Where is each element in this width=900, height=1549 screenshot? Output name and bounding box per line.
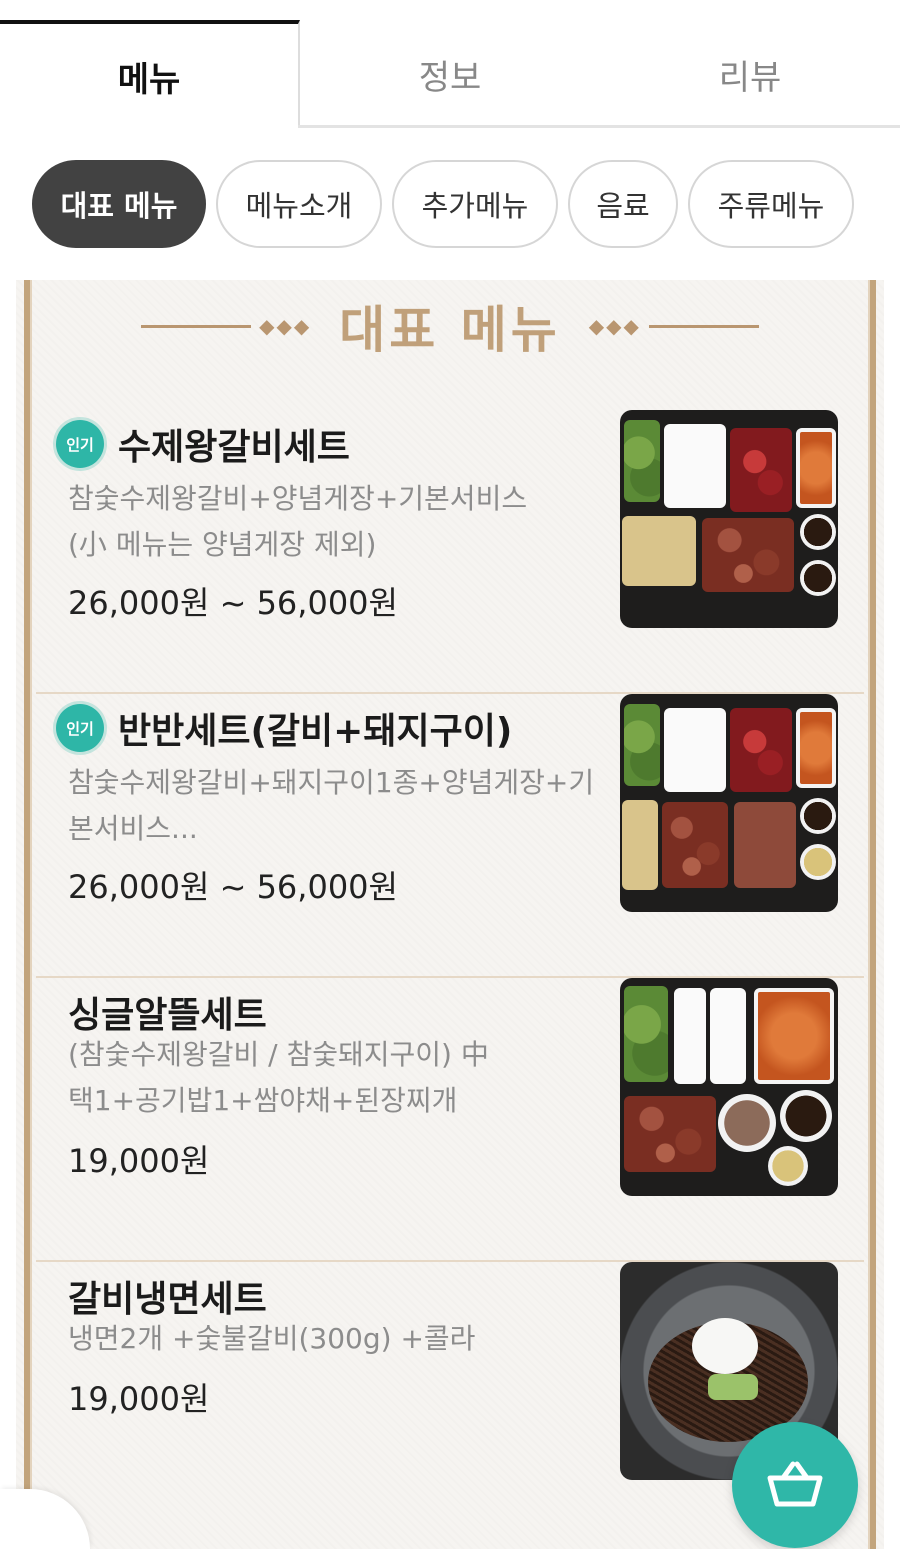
menu-item[interactable]: 인기 수제왕갈비세트 참숯수제왕갈비+양념게장+기본서비스 (小 메뉴는 양념게… <box>36 410 864 694</box>
menu-item-desc: (참숯수제왕갈비 / 참숯돼지구이) 中 택1+공기밥1+쌈야채+된장찌개 <box>68 1032 608 1124</box>
menu-item-name-row: 갈비냉면세트 <box>68 1270 267 1322</box>
menu-item-name-row: 인기 반반세트(갈비+돼지구이) <box>56 702 512 754</box>
section-title: 대표 메뉴 <box>339 301 561 359</box>
menu-item-desc: 참숯수제왕갈비+양념게장+기본서비스 (小 메뉴는 양념게장 제외) <box>68 476 608 568</box>
chip-drinks[interactable]: 음료 <box>568 160 678 248</box>
tab-info[interactable]: 정보 <box>300 0 600 128</box>
menu-item-price: 19,000원 <box>68 1380 210 1418</box>
category-chips: 대표 메뉴 메뉴소개 추가메뉴 음료 주류메뉴 <box>32 160 854 248</box>
food-photo <box>620 410 838 628</box>
menu-item-desc: 참숯수제왕갈비+돼지구이1종+양념게장+기 본서비스... <box>68 760 648 852</box>
menu-item-name: 수제왕갈비세트 <box>118 427 350 468</box>
cart-button[interactable] <box>732 1422 858 1548</box>
ornament-line-right <box>648 324 759 328</box>
menu-item-photo[interactable] <box>620 410 838 628</box>
desc-line: 냉면2개 +숯불갈비(300g) +콜라 <box>68 1322 476 1355</box>
chip-menu-intro[interactable]: 메뉴소개 <box>216 160 382 248</box>
chip-alcohol-menu[interactable]: 주류메뉴 <box>688 160 854 248</box>
menu-item-name-row: 싱글알뜰세트 <box>68 986 267 1038</box>
menu-item-desc: 냉면2개 +숯불갈비(300g) +콜라 <box>68 1316 608 1362</box>
desc-line: (小 메뉴는 양념게장 제외) <box>68 528 377 561</box>
desc-line: 참숯수제왕갈비+양념게장+기본서비스 <box>68 482 528 515</box>
basket-icon <box>767 1461 823 1507</box>
menu-item-photo[interactable] <box>620 978 838 1196</box>
tab-reviews[interactable]: 리뷰 <box>600 0 900 128</box>
chip-signature-menu[interactable]: 대표 메뉴 <box>32 160 206 248</box>
menu-item-price: 19,000원 <box>68 1142 210 1180</box>
menu-item-price: 26,000원 ~ 56,000원 <box>68 584 398 622</box>
food-photo <box>620 978 838 1196</box>
food-photo <box>620 694 838 912</box>
tab-menu[interactable]: 메뉴 <box>0 20 300 128</box>
menu-item[interactable]: 싱글알뜰세트 (참숯수제왕갈비 / 참숯돼지구이) 中 택1+공기밥1+쌈야채+… <box>36 978 864 1262</box>
popular-badge: 인기 <box>56 704 104 752</box>
desc-line: (참숯수제왕갈비 / 참숯돼지구이) 中 <box>68 1038 489 1071</box>
menu-item-name-row: 인기 수제왕갈비세트 <box>56 418 350 470</box>
ornament-line-left <box>141 324 252 328</box>
menu-item-name: 갈비냉면세트 <box>68 1279 267 1320</box>
ornament-dots-right: ◆◆◆ <box>588 314 641 338</box>
popular-badge: 인기 <box>56 420 104 468</box>
chip-extra-menu[interactable]: 추가메뉴 <box>392 160 558 248</box>
ornament-dots-left: ◆◆◆ <box>259 314 312 338</box>
top-tab-bar: 메뉴 정보 리뷰 <box>0 0 900 128</box>
menu-item[interactable]: 인기 반반세트(갈비+돼지구이) 참숯수제왕갈비+돼지구이1종+양념게장+기 본… <box>36 694 864 978</box>
menu-item-name: 반반세트(갈비+돼지구이) <box>118 711 513 752</box>
menu-item-photo[interactable] <box>620 694 838 912</box>
desc-line: 본서비스... <box>68 812 198 845</box>
menu-item-name: 싱글알뜰세트 <box>68 995 267 1036</box>
menu-item-price: 26,000원 ~ 56,000원 <box>68 868 398 906</box>
desc-line: 택1+공기밥1+쌈야채+된장찌개 <box>68 1084 458 1117</box>
section-header: ◆◆◆ 대표 메뉴 ◆◆◆ <box>0 290 900 362</box>
desc-line: 참숯수제왕갈비+돼지구이1종+양념게장+기 <box>68 766 595 799</box>
